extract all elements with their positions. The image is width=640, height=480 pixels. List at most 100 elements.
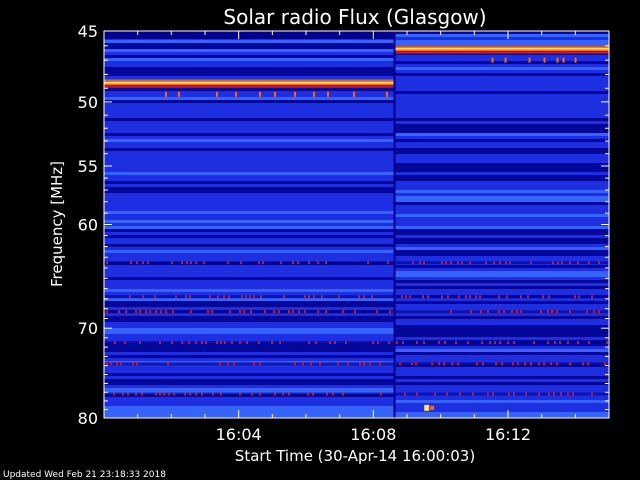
heatmap-row (104, 115, 394, 118)
interference-dot (240, 261, 242, 265)
interference-dot (556, 362, 558, 366)
heatmap-row (104, 292, 394, 295)
heatmap-row (104, 331, 394, 334)
heatmap-row (393, 157, 609, 160)
heatmap-row (393, 220, 609, 223)
interference-dot (586, 310, 588, 314)
heatmap-row (104, 73, 394, 76)
heatmap-row (393, 241, 609, 244)
heatmap-row (393, 265, 609, 268)
interference-dot (209, 295, 211, 299)
heatmap-row (104, 127, 394, 130)
interference-dot (354, 310, 356, 314)
heatmap-row (104, 184, 394, 187)
heatmap-row (104, 277, 394, 280)
heatmap-row (393, 199, 609, 202)
heatmap-row (393, 373, 609, 376)
interference-dot (591, 295, 593, 299)
interference-dot (113, 392, 115, 396)
interference-dot (229, 310, 231, 314)
heatmap-row (393, 142, 609, 145)
heatmap-row (393, 190, 609, 193)
interference-dot (310, 362, 312, 366)
interference-dot (569, 310, 571, 314)
interference-dot (308, 295, 310, 299)
heatmap-row (104, 43, 394, 46)
interference-dot (404, 392, 406, 396)
interference-dot (195, 261, 197, 265)
interference-dot (547, 340, 549, 344)
interference-dot (231, 340, 233, 344)
interference-dot (506, 295, 508, 299)
interference-dot (461, 261, 463, 265)
interference-dot (147, 261, 149, 265)
interference-dot (552, 261, 554, 265)
interference-dot (367, 261, 369, 265)
heatmap-row (393, 304, 609, 307)
interference-dot (239, 310, 241, 314)
heatmap-row (393, 226, 609, 229)
heatmap-row (393, 367, 609, 370)
heatmap-row (393, 88, 609, 91)
heatmap-row (393, 247, 609, 250)
interference-dot (211, 310, 213, 314)
interference-dot (135, 310, 137, 314)
interference-dot (387, 261, 389, 265)
heatmap-row (393, 370, 609, 373)
heatmap-row (393, 193, 609, 196)
heatmap-row (393, 289, 609, 292)
interference-dot (598, 310, 600, 314)
y-tick-label: 70 (78, 319, 98, 338)
heatmap-row (393, 346, 609, 349)
interference-dot (172, 310, 174, 314)
heatmap-row (104, 181, 394, 184)
x-axis-label: Start Time (30-Apr-14 16:00:03) (235, 447, 475, 465)
interference-dot (567, 340, 569, 344)
interference-dot (505, 261, 507, 265)
interference-dot (438, 340, 440, 344)
interference-dot (167, 362, 169, 366)
interference-dot (517, 362, 519, 366)
interference-dot (304, 310, 306, 314)
interference-dot (369, 362, 371, 366)
heatmap-row (393, 175, 609, 178)
heatmap-row (393, 160, 609, 163)
heatmap-row (104, 226, 394, 229)
interference-dot (185, 295, 187, 299)
interference-dot (249, 295, 251, 299)
heatmap-row (104, 268, 394, 271)
interference-dot (416, 392, 418, 396)
interference-dot (125, 310, 127, 314)
heatmap-row (393, 355, 609, 358)
interference-dot (253, 362, 255, 366)
interference-dot (122, 392, 124, 396)
interference-dot (220, 340, 222, 344)
heatmap-row (104, 325, 394, 328)
interference-dot (516, 310, 518, 314)
heatmap-rows (104, 31, 609, 418)
heatmap-row (393, 67, 609, 70)
heatmap-row (104, 289, 394, 292)
interference-dot (136, 362, 138, 366)
heatmap-row (393, 70, 609, 73)
interference-dot (548, 295, 550, 299)
interference-dot (165, 310, 167, 314)
heatmap-row (393, 358, 609, 361)
interference-dot (184, 392, 186, 396)
interference-dot (207, 310, 209, 314)
heatmap-row (393, 121, 609, 124)
interference-dot (459, 392, 461, 396)
interference-dot (189, 392, 191, 396)
interference-dot (315, 340, 317, 344)
interference-dot (441, 261, 443, 265)
interference-dot (513, 392, 515, 396)
heatmap-row (393, 202, 609, 205)
interference-dot (443, 362, 445, 366)
burst-core (424, 404, 430, 411)
interference-dot (319, 362, 321, 366)
interference-dot (569, 261, 571, 265)
heatmap-row (104, 46, 394, 49)
heatmap-row (104, 88, 394, 91)
interference-dot (233, 362, 235, 366)
heatmap-row (104, 157, 394, 160)
